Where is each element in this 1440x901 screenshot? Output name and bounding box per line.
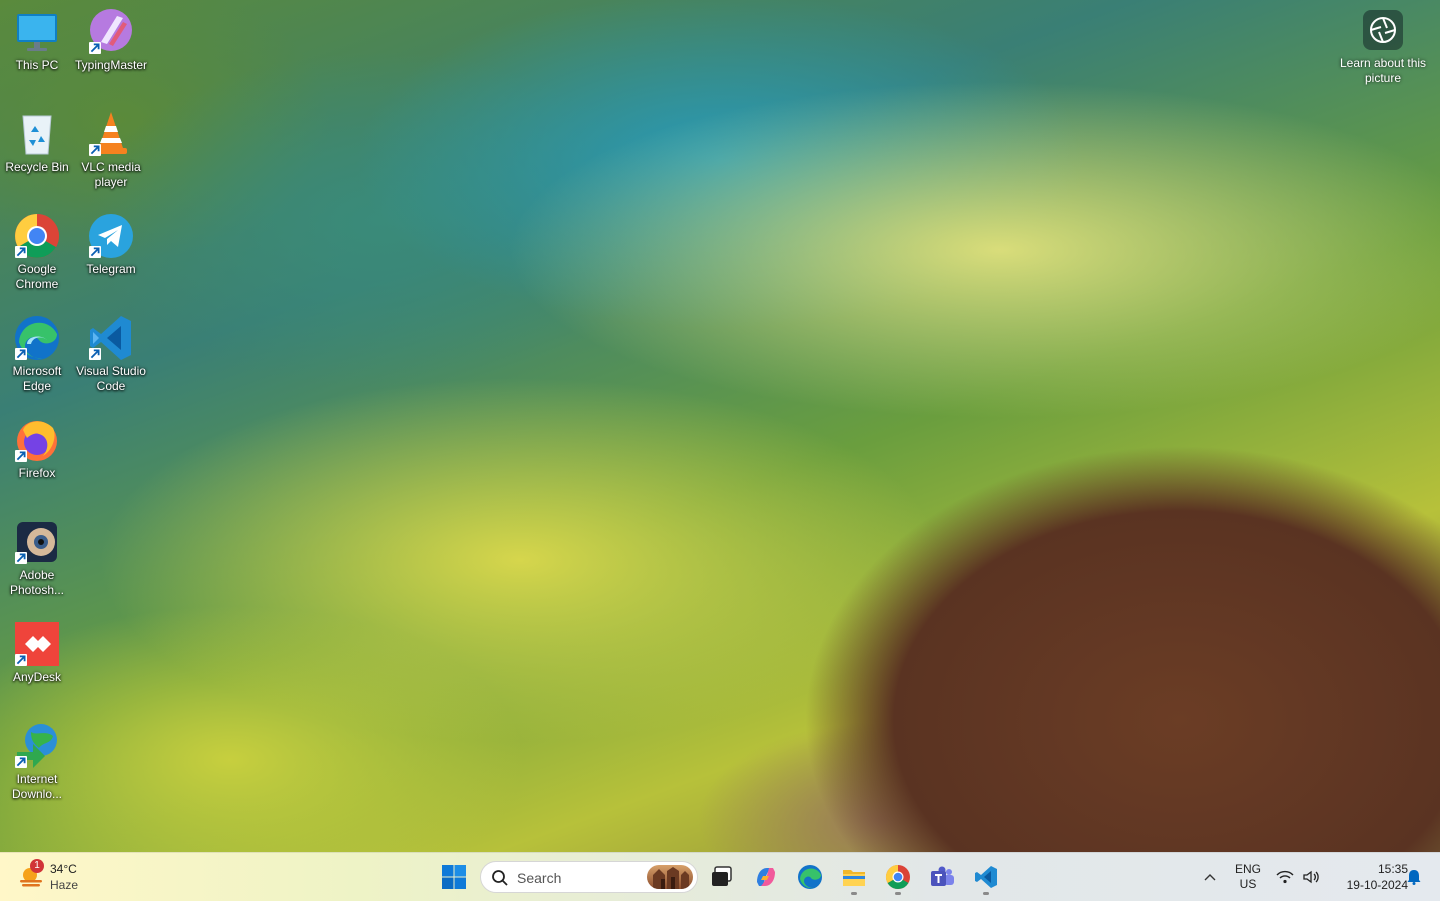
running-indicator xyxy=(851,892,857,895)
vlc-cone-icon xyxy=(87,110,135,158)
folder-icon xyxy=(843,870,865,886)
notification-badge: 1 xyxy=(30,859,44,873)
weather-widget[interactable]: 1 34°C Haze xyxy=(14,859,104,895)
clock-date: 19-10-2024 xyxy=(1346,878,1408,892)
shortcut-arrow-icon xyxy=(89,246,101,258)
shortcut-arrow-icon xyxy=(89,144,101,156)
weather-description: Haze xyxy=(50,878,79,892)
firefox-icon xyxy=(13,416,61,464)
vscode-icon xyxy=(87,314,135,362)
recycle-bin-icon xyxy=(13,110,61,158)
anydesk-icon xyxy=(13,620,61,668)
icon-label: Microsoft Edge xyxy=(12,364,62,393)
icon-label: VLC media player xyxy=(81,160,141,189)
learn-about-this-picture[interactable]: Learn about this picture xyxy=(1338,10,1428,86)
taskbar-chrome-button[interactable] xyxy=(878,857,918,897)
camera-aperture-icon xyxy=(1363,10,1403,50)
windows-icon xyxy=(442,865,466,889)
shortcut-arrow-icon xyxy=(15,654,27,666)
photoshop-eye-icon xyxy=(13,518,61,566)
monitor-icon xyxy=(13,8,61,56)
shortcut-arrow-icon xyxy=(15,246,27,258)
desktop-icon-chrome[interactable]: Google Chrome xyxy=(0,212,74,292)
desktop-icon-typingmaster[interactable]: TypingMaster xyxy=(74,8,148,73)
icon-label: TypingMaster xyxy=(74,58,148,72)
icon-label: Firefox xyxy=(18,466,56,480)
chrome-icon xyxy=(885,865,910,890)
copilot-icon xyxy=(757,868,775,886)
desktop-icon-anydesk[interactable]: AnyDesk xyxy=(0,620,74,685)
shortcut-arrow-icon xyxy=(15,348,27,360)
icon-label: Telegram xyxy=(86,262,136,276)
icon-label: Adobe Photosh... xyxy=(9,568,65,597)
shortcut-arrow-icon xyxy=(15,756,27,768)
copilot-button[interactable] xyxy=(746,857,786,897)
desktop-icon-this-pc[interactable]: This PC xyxy=(0,8,74,73)
desktop-icon-vscode[interactable]: Visual Studio Code xyxy=(74,314,148,394)
desktop-icon-vlc[interactable]: VLC media player xyxy=(74,110,148,190)
bell-icon xyxy=(1407,870,1421,885)
icon-label: Visual Studio Code xyxy=(76,364,146,393)
desktop-icon-recycle-bin[interactable]: Recycle Bin xyxy=(0,110,74,175)
desktop-icon-photoshop[interactable]: Adobe Photosh... xyxy=(0,518,74,598)
shortcut-arrow-icon xyxy=(89,42,101,54)
edge-icon xyxy=(798,865,822,889)
keyboard-region: US xyxy=(1239,877,1257,891)
task-view-button[interactable] xyxy=(702,857,742,897)
teams-icon xyxy=(931,866,954,886)
learn-label: Learn about this picture xyxy=(1339,56,1427,85)
typingmaster-icon xyxy=(87,8,135,56)
desktop-icon-edge[interactable]: Microsoft Edge xyxy=(0,314,74,394)
desktop-icon-telegram[interactable]: Telegram xyxy=(74,212,148,277)
chevron-up-icon xyxy=(1204,874,1216,881)
chrome-icon xyxy=(13,212,61,260)
desktop-icon-internet-download-manager[interactable]: Internet Downlo... xyxy=(0,722,74,802)
icon-label: This PC xyxy=(15,58,59,72)
running-indicator xyxy=(983,892,989,895)
speaker-icon xyxy=(1303,870,1319,884)
taskbar-edge-button[interactable] xyxy=(790,857,830,897)
weather-temperature: 34°C xyxy=(50,862,77,876)
edge-icon xyxy=(13,314,61,362)
icon-label: Recycle Bin xyxy=(5,160,69,174)
start-button[interactable] xyxy=(434,857,474,897)
language-code: ENG xyxy=(1234,862,1261,876)
taskbar-file-explorer-button[interactable] xyxy=(834,857,874,897)
wifi-icon xyxy=(1276,870,1294,884)
icon-label: Google Chrome xyxy=(15,262,59,291)
clock[interactable]: 15:35 19-10-2024 xyxy=(1328,853,1408,901)
running-indicator xyxy=(895,892,901,895)
telegram-icon xyxy=(87,212,135,260)
icon-label: AnyDesk xyxy=(12,670,62,684)
taskbar-search[interactable] xyxy=(480,861,698,893)
desktop-icon-firefox[interactable]: Firefox xyxy=(0,416,74,481)
show-hidden-icons-button[interactable] xyxy=(1196,853,1224,901)
shortcut-arrow-icon xyxy=(15,552,27,564)
search-input[interactable] xyxy=(515,868,629,888)
network-volume-button[interactable] xyxy=(1272,853,1324,901)
task-view-icon xyxy=(712,866,732,886)
vscode-icon xyxy=(975,866,997,888)
globe-download-icon xyxy=(13,722,61,770)
input-language-indicator[interactable]: ENG US xyxy=(1228,853,1268,901)
shortcut-arrow-icon xyxy=(89,348,101,360)
shortcut-arrow-icon xyxy=(15,450,27,462)
taskbar-teams-button[interactable] xyxy=(922,857,962,897)
notification-center-button[interactable] xyxy=(1402,853,1426,901)
icon-label: Internet Downlo... xyxy=(11,772,63,801)
desktop-wallpaper[interactable]: This PC TypingMaster Recycle Bin VLC med… xyxy=(0,0,1440,852)
search-highlight-image[interactable] xyxy=(647,865,693,889)
search-icon xyxy=(492,870,508,886)
taskbar-vscode-button[interactable] xyxy=(966,857,1006,897)
taskbar: 1 34°C Haze Search ENG US 15:35 19-10-20… xyxy=(0,852,1440,901)
